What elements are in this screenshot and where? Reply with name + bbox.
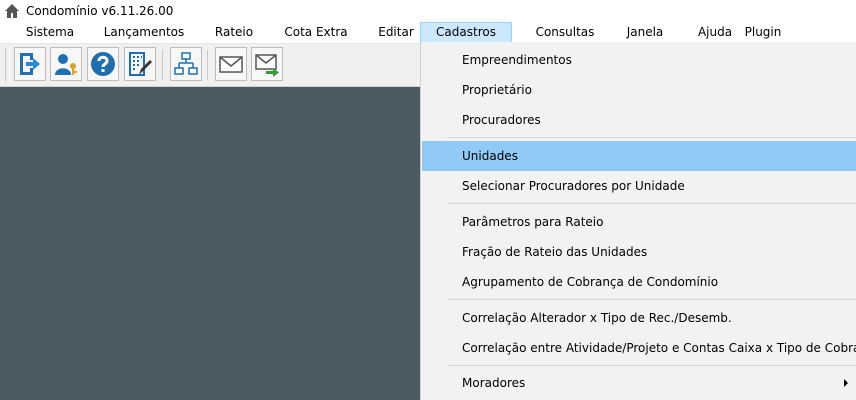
- title-bar: Condomínio v6.11.26.00: [0, 0, 856, 22]
- menu-item-empreendimentos[interactable]: Empreendimentos: [422, 45, 856, 75]
- window-title: Condomínio v6.11.26.00: [26, 4, 174, 18]
- menu-janela[interactable]: Janela: [620, 22, 670, 43]
- help-icon: [91, 52, 115, 76]
- home-icon: [5, 4, 19, 18]
- menu-ajuda[interactable]: Ajuda: [692, 22, 738, 43]
- menu-bar: Sistema Lançamentos Rateio Cota Extra Ed…: [0, 22, 856, 44]
- menu-sistema[interactable]: Sistema: [18, 22, 82, 43]
- menu-consultas[interactable]: Consultas: [528, 22, 602, 43]
- send-mail-button[interactable]: [251, 47, 283, 81]
- org-chart-icon: [174, 52, 198, 75]
- building-edit-icon: [129, 52, 152, 76]
- menu-item-moradores-label: Moradores: [462, 376, 526, 390]
- menu-cadastros[interactable]: Cadastros: [420, 22, 512, 43]
- toolbar: [0, 44, 422, 87]
- menu-item-selecionar-procuradores[interactable]: Selecionar Procuradores por Unidade: [422, 171, 856, 201]
- menu-rateio[interactable]: Rateio: [207, 22, 261, 43]
- menu-lancamentos[interactable]: Lançamentos: [100, 22, 188, 43]
- envelope-icon: [219, 56, 243, 73]
- exit-door-icon: [20, 53, 40, 75]
- user-key-icon: [55, 54, 77, 75]
- menu-item-correlacao-alterador[interactable]: Correlação Alterador x Tipo de Rec./Dese…: [422, 303, 856, 333]
- menu-item-fracao-rateio[interactable]: Fração de Rateio das Unidades: [422, 237, 856, 267]
- building-edit-button[interactable]: [124, 47, 156, 81]
- toolbar-separator: [162, 50, 163, 80]
- submenu-arrow-icon: [844, 379, 848, 387]
- menu-separator: [447, 203, 856, 204]
- toolbar-grip[interactable]: [5, 48, 10, 82]
- send-mail-icon: [255, 54, 279, 77]
- menu-separator: [447, 299, 856, 300]
- menu-item-proprietario[interactable]: Proprietário: [422, 75, 856, 105]
- help-button[interactable]: [87, 47, 119, 81]
- menu-item-procuradores[interactable]: Procuradores: [422, 105, 856, 135]
- menu-separator: [447, 137, 856, 138]
- user-access-button[interactable]: [50, 47, 82, 81]
- menu-item-unidades[interactable]: Unidades: [422, 141, 856, 171]
- menu-item-moradores[interactable]: Moradores: [422, 368, 856, 398]
- menu-editar[interactable]: Editar: [372, 22, 420, 43]
- menu-item-correlacao-atividade[interactable]: Correlação entre Atividade/Projeto e Con…: [422, 333, 856, 363]
- menu-separator: [447, 365, 856, 366]
- cadastros-dropdown: Empreendimentos Proprietário Procuradore…: [420, 42, 856, 400]
- mail-button[interactable]: [215, 47, 247, 81]
- exit-button[interactable]: [14, 47, 46, 81]
- menu-plugin[interactable]: Plugin: [742, 22, 784, 43]
- menu-item-parametros-rateio[interactable]: Parâmetros para Rateio: [422, 207, 856, 237]
- menu-item-agrupamento-cobranca[interactable]: Agrupamento de Cobrança de Condomínio: [422, 267, 856, 297]
- structure-button[interactable]: [170, 47, 202, 81]
- menu-cota-extra[interactable]: Cota Extra: [280, 22, 352, 43]
- mdi-workspace[interactable]: [0, 87, 422, 400]
- toolbar-separator: [207, 50, 208, 80]
